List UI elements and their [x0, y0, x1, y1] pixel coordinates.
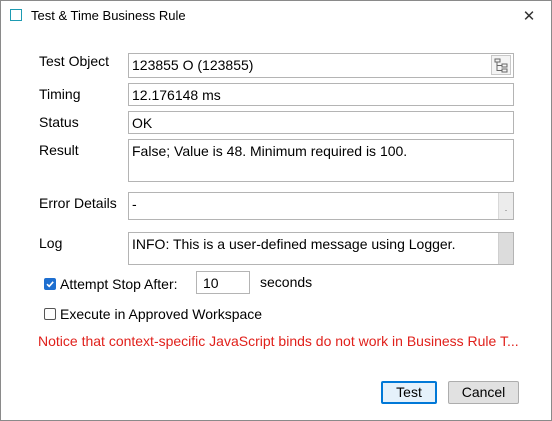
approved-workspace-label[interactable]: Execute in Approved Workspace [60, 306, 262, 322]
timing-value: 12.176148 ms [132, 87, 221, 103]
attempt-stop-unit-label: seconds [260, 274, 313, 290]
cancel-button[interactable]: Cancel [448, 381, 519, 404]
attempt-stop-checkbox[interactable] [44, 278, 56, 290]
test-object-field[interactable]: 123855 O (123855) [128, 53, 514, 78]
close-icon: ✕ [522, 8, 536, 25]
test-object-browse-button[interactable] [491, 55, 511, 75]
cancel-button-label: Cancel [461, 384, 506, 400]
result-label: Result [39, 142, 79, 158]
window-title: Test & Time Business Rule [31, 8, 186, 23]
error-details-value: - [132, 196, 137, 212]
test-button-label: Test [396, 384, 422, 400]
error-details-label: Error Details [39, 195, 117, 211]
checkmark-icon [46, 281, 54, 288]
error-details-scroll-glyph: . [504, 203, 508, 213]
status-label: Status [39, 114, 79, 130]
attempt-stop-seconds-value: 10 [203, 275, 219, 291]
status-value: OK [132, 115, 153, 131]
window-frame-icon [10, 9, 22, 21]
title-bar[interactable]: Test & Time Business Rule ✕ [1, 1, 551, 32]
dialog-window: Test & Time Business Rule ✕ Test Object … [0, 0, 552, 421]
attempt-stop-label[interactable]: Attempt Stop After: [60, 276, 178, 292]
result-field[interactable]: False; Value is 48. Minimum required is … [128, 139, 514, 182]
tree-structure-icon [494, 58, 508, 73]
log-label: Log [39, 235, 63, 251]
close-button[interactable]: ✕ [519, 7, 539, 27]
result-value: False; Value is 48. Minimum required is … [132, 143, 408, 159]
log-value: INFO: This is a user-defined message usi… [132, 236, 456, 252]
log-field[interactable]: INFO: This is a user-defined message usi… [128, 232, 514, 265]
status-field[interactable]: OK [128, 111, 514, 134]
timing-label: Timing [39, 86, 81, 102]
attempt-stop-seconds-input[interactable]: 10 [196, 271, 250, 294]
timing-field[interactable]: 12.176148 ms [128, 83, 514, 106]
test-object-value: 123855 O (123855) [132, 57, 254, 73]
notice-text: Notice that context-specific JavaScript … [38, 333, 519, 349]
error-details-field[interactable]: - [128, 192, 514, 220]
error-details-scrollbar[interactable]: . [498, 193, 513, 219]
test-object-label: Test Object [39, 53, 110, 69]
approved-workspace-checkbox[interactable] [44, 308, 56, 320]
test-button[interactable]: Test [381, 381, 437, 404]
log-scrollbar[interactable] [498, 233, 513, 264]
